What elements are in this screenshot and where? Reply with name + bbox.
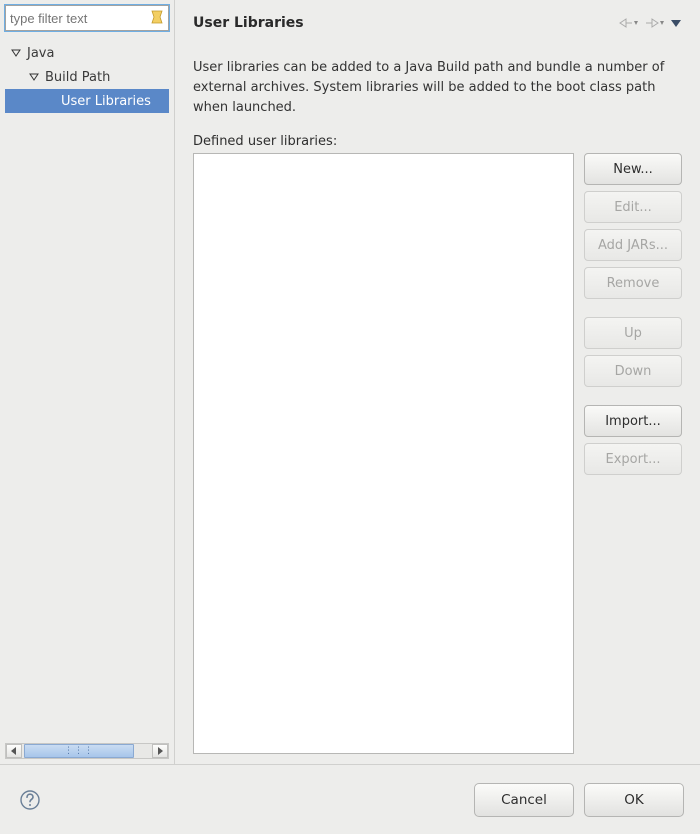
scroll-right-icon[interactable]	[152, 744, 168, 758]
import-button[interactable]: Import...	[584, 405, 682, 437]
clear-filter-icon[interactable]	[148, 8, 166, 26]
down-button: Down	[584, 355, 682, 387]
help-icon[interactable]	[16, 786, 44, 814]
sidebar: Java Build Path User Libraries ⋮⋮⋮	[0, 0, 175, 764]
tree-item-label: Java	[27, 46, 54, 61]
filter-input[interactable]	[5, 5, 169, 31]
horizontal-scrollbar[interactable]: ⋮⋮⋮	[5, 743, 169, 759]
remove-button: Remove	[584, 267, 682, 299]
nav-forward-icon[interactable]	[644, 17, 664, 29]
page-title: User Libraries	[193, 15, 618, 31]
scroll-thumb[interactable]: ⋮⋮⋮	[24, 744, 134, 758]
add-jars-button: Add JARs...	[584, 229, 682, 261]
expand-arrow-icon	[27, 70, 41, 84]
edit-button: Edit...	[584, 191, 682, 223]
ok-button[interactable]: OK	[584, 783, 684, 817]
bottom-bar: Cancel OK	[0, 764, 700, 834]
scroll-left-icon[interactable]	[6, 744, 22, 758]
new-button[interactable]: New...	[584, 153, 682, 185]
tree-item-build-path[interactable]: Build Path	[5, 65, 169, 89]
view-menu-icon[interactable]	[670, 17, 682, 29]
tree-item-java[interactable]: Java	[5, 41, 169, 65]
expand-arrow-icon	[9, 46, 23, 60]
defined-libraries-list[interactable]	[193, 153, 574, 754]
tree-item-user-libraries[interactable]: User Libraries	[5, 89, 169, 113]
up-button: Up	[584, 317, 682, 349]
scroll-track[interactable]: ⋮⋮⋮	[22, 744, 152, 758]
nav-back-icon[interactable]	[618, 17, 638, 29]
nav-tree: Java Build Path User Libraries	[5, 41, 169, 743]
cancel-button[interactable]: Cancel	[474, 783, 574, 817]
tree-item-label: User Libraries	[61, 94, 151, 109]
export-button: Export...	[584, 443, 682, 475]
content-panel: User Libraries	[175, 0, 700, 764]
tree-item-label: Build Path	[45, 70, 110, 85]
defined-libraries-label: Defined user libraries:	[193, 134, 682, 149]
page-description: User libraries can be added to a Java Bu…	[193, 58, 682, 118]
